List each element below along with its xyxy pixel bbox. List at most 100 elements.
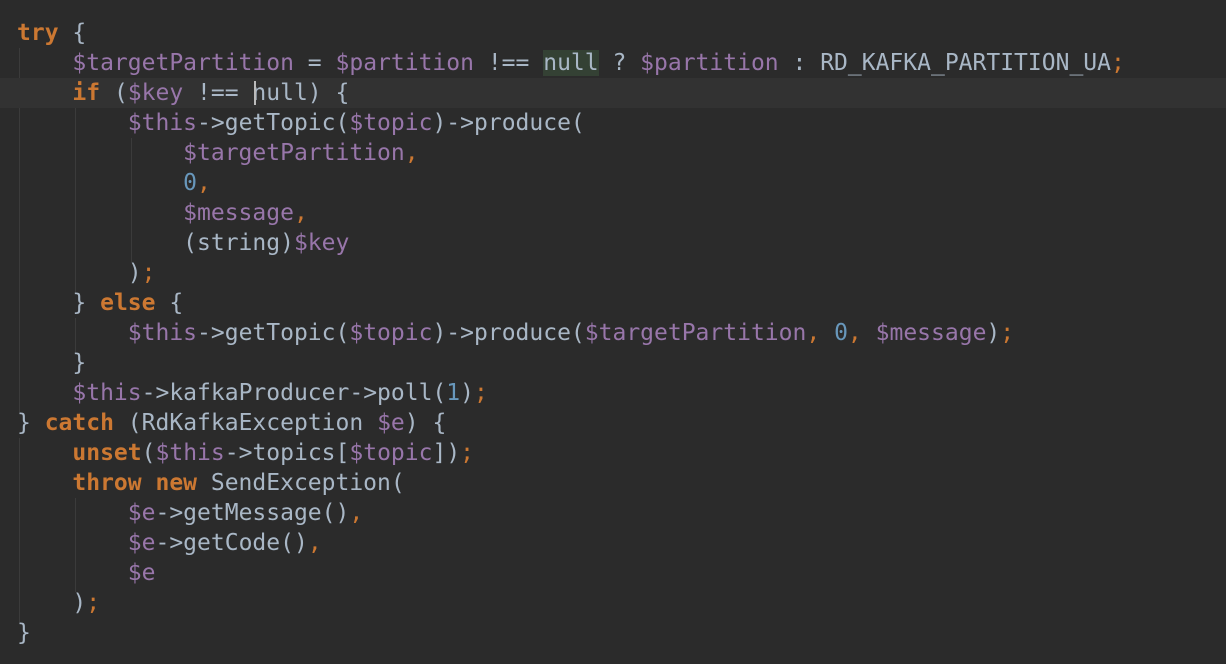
code-token: : RD_KAFKA_PARTITION_UA (778, 50, 1112, 76)
code-line[interactable]: $this->getTopic($topic)->produce( (0, 108, 1226, 138)
code-token: $this (127, 110, 198, 136)
code-token: if (72, 80, 101, 106)
code-token: ) (460, 380, 474, 406)
code-token: !== (473, 50, 544, 76)
code-line[interactable]: $e (0, 558, 1226, 588)
code-token: $key (127, 80, 184, 106)
code-token: $targetPartition (183, 140, 405, 166)
code-token: $topic (349, 440, 433, 466)
code-token: ( (100, 80, 128, 106)
code-line[interactable]: ); (0, 588, 1226, 618)
code-token: $e (127, 500, 156, 526)
code-token: catch (44, 410, 114, 436)
code-line[interactable]: if ($key !== null) { (0, 78, 1226, 108)
code-line[interactable]: unset($this->topics[$topic]); (0, 438, 1226, 468)
code-token: ->getMessage() (155, 500, 350, 526)
code-token: 0 (183, 170, 198, 196)
code-line[interactable]: $targetPartition = $partition !== null ?… (0, 48, 1226, 78)
code-line[interactable]: } else { (0, 288, 1226, 318)
code-token: $topic (349, 110, 433, 136)
code-token: unset (72, 440, 142, 466)
code-token: , (293, 200, 308, 226)
code-token: = (293, 50, 336, 76)
code-token: )->produce( (432, 110, 585, 136)
code-token: } (17, 410, 45, 436)
code-token: ? (598, 50, 641, 76)
code-token: $e (127, 560, 156, 586)
code-token: , (349, 500, 364, 526)
code-line[interactable]: $message, (0, 198, 1226, 228)
code-token: !== null) { (183, 80, 350, 106)
code-token: $e (127, 530, 156, 556)
code-line[interactable]: $targetPartition, (0, 138, 1226, 168)
code-line[interactable]: } (0, 618, 1226, 648)
code-token: ; (141, 260, 156, 286)
code-line[interactable]: try { (0, 18, 1226, 48)
code-token: , (847, 320, 862, 346)
code-token: ]) (432, 440, 461, 466)
code-token: $key (293, 230, 350, 256)
code-token: $partition (640, 50, 779, 76)
code-token: ->topics[ (224, 440, 350, 466)
code-token: ; (1111, 50, 1125, 76)
code-token: else (100, 290, 156, 316)
code-token: ->getTopic( (197, 110, 350, 136)
code-line[interactable]: } catch (RdKafkaException $e) { (0, 408, 1226, 438)
code-editor[interactable]: try { $targetPartition = $partition !== … (0, 0, 1226, 664)
code-line[interactable]: throw new SendException( (0, 468, 1226, 498)
code-token: , (197, 170, 211, 196)
code-token: ) { (404, 410, 447, 436)
code-line[interactable]: ); (0, 258, 1226, 288)
code-line[interactable]: $e->getCode(), (0, 528, 1226, 558)
code-line[interactable]: $this->kafkaProducer->poll(1); (0, 378, 1226, 408)
code-token: , (806, 320, 821, 346)
code-token: $targetPartition (584, 320, 807, 346)
code-token: $this (155, 440, 225, 466)
code-token: { (155, 290, 184, 316)
code-token: (string) (17, 230, 294, 256)
code-token: ; (1000, 320, 1015, 346)
code-token: ; (460, 440, 475, 466)
code-token: { (58, 20, 87, 46)
code-token: 1 (446, 380, 461, 406)
code-token: ) (986, 320, 1001, 346)
code-token: 0 (834, 320, 848, 346)
code-token: $this (127, 320, 198, 346)
code-token: $partition (335, 50, 474, 76)
code-token: } (17, 620, 31, 646)
code-token: ) (17, 590, 87, 616)
code-line[interactable]: $this->getTopic($topic)->produce($target… (0, 318, 1226, 348)
code-token: , (404, 140, 419, 166)
code-line[interactable]: (string)$key (0, 228, 1226, 258)
code-line[interactable]: $e->getMessage(), (0, 498, 1226, 528)
code-token: (RdKafkaException (113, 410, 378, 436)
code-line[interactable]: 0, (0, 168, 1226, 198)
code-token: } (17, 350, 87, 376)
code-token: $targetPartition (72, 50, 294, 76)
code-line[interactable]: } (0, 348, 1226, 378)
code-token: $message (183, 200, 294, 226)
code-token: ->kafkaProducer->poll( (141, 380, 447, 406)
code-token: SendException( (197, 470, 405, 496)
text-cursor (254, 81, 256, 105)
code-token: , (307, 530, 322, 556)
code-token: } (17, 290, 101, 316)
code-token: $topic (349, 320, 433, 346)
code-token: )->produce( (432, 320, 585, 346)
code-token: throw new (72, 470, 198, 496)
code-token: ( (141, 440, 156, 466)
code-token: ; (474, 380, 488, 406)
